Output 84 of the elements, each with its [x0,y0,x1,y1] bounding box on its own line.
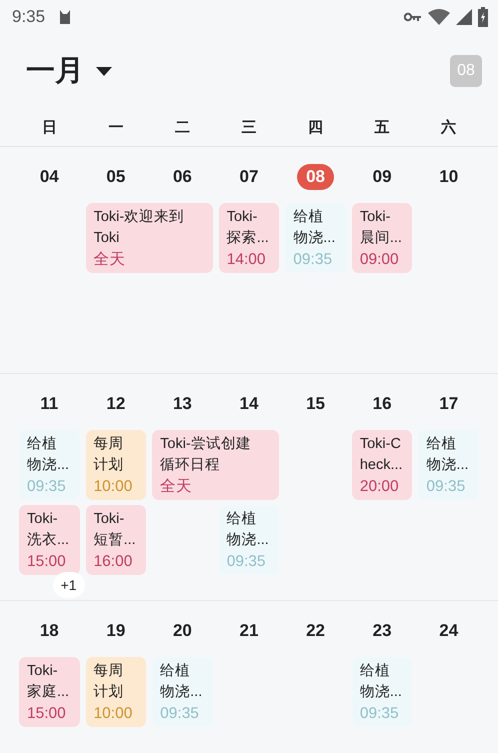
date-number[interactable]: 22 [297,618,334,644]
event-title: 给植物浇... [27,435,70,475]
event-title: Toki-尝试创建循环日程 [160,435,252,475]
event-time: 10:00 [94,477,134,497]
event-time: 16:00 [94,552,134,572]
event-title: 每周计划 [94,435,125,475]
event-card[interactable]: 每周计划 10:00 [86,657,146,727]
event-title: Toki-洗衣... [27,510,70,550]
date-number[interactable]: 12 [97,391,134,417]
event-card[interactable]: Toki-洗衣... 15:00 [19,505,80,575]
event-card[interactable]: Toki-家庭... 15:00 [19,657,80,727]
event-card[interactable]: Toki-Check... 20:00 [352,430,412,500]
date-number[interactable]: 05 [97,164,134,190]
event-title: Toki-短暂... [94,510,137,550]
weekday-label: 二 [174,118,191,136]
event-card[interactable]: 给植物浇... 09:35 [418,430,479,500]
weekday-label: 六 [440,118,458,136]
event-time: 全天 [94,250,127,270]
weekday-label: 一 [107,118,124,136]
event-card[interactable]: 给植物浇... 09:35 [19,430,80,500]
date-number[interactable]: 19 [97,618,134,644]
event-title: 给植物浇... [160,662,204,702]
event-time: 09:35 [293,250,334,270]
event-card[interactable]: 给植物浇... 09:35 [352,657,412,727]
date-number[interactable]: 04 [30,164,68,190]
event-time: 20:00 [360,477,400,497]
date-number[interactable]: 09 [364,164,401,190]
event-title: Toki-探索... [226,208,270,248]
date-number[interactable]: 18 [30,618,68,644]
date-number[interactable]: 16 [364,391,401,417]
event-card[interactable]: 每周计划 10:00 [86,430,146,500]
event-title: Toki-Check... [360,435,403,475]
event-time: 09:35 [226,552,266,572]
date-number[interactable]: 13 [164,391,201,417]
more-events-badge[interactable]: +1 [52,572,85,598]
date-number[interactable]: 21 [230,618,268,644]
event-time: 全天 [160,477,194,497]
event-time: 09:35 [27,477,67,497]
key-icon [404,12,422,22]
signal-icon [456,9,472,25]
event-card[interactable]: 给植物浇... 09:35 [285,203,346,273]
event-card[interactable]: Toki-晨间... 09:00 [352,203,412,273]
weekday-label: 四 [307,118,324,136]
event-title: Toki-家庭... [27,662,70,702]
event-time: 14:00 [226,250,266,270]
date-number[interactable]: 07 [230,164,268,190]
date-number[interactable]: 14 [230,391,268,417]
date-number[interactable]: 06 [164,164,201,190]
event-card[interactable]: Toki-欢迎来到Toki 全天 [86,203,213,273]
date-number[interactable]: 23 [364,618,401,644]
event-title: 给植物浇... [293,208,336,248]
date-number[interactable]: 08 [297,164,334,190]
event-time: 10:00 [94,704,134,724]
event-title: Toki-晨间... [360,208,403,248]
status-time: 9:35 [12,7,46,27]
event-time: 09:35 [426,477,466,497]
event-title: Toki-欢迎来到Toki [94,208,186,248]
event-time: 09:35 [360,704,400,724]
event-time: 09:35 [160,704,200,724]
event-card[interactable]: 给植物浇... 09:35 [152,657,213,727]
month-picker[interactable]: 一月 [26,51,112,91]
weekday-label: 日 [40,118,58,136]
event-title: 每周计划 [94,662,125,702]
date-number[interactable]: 20 [164,618,201,644]
battery-icon [478,7,488,27]
weekday-label: 五 [374,118,391,136]
event-card[interactable]: 给植物浇... 09:35 [218,505,280,575]
event-card[interactable]: Toki-尝试创建循环日程 全天 [152,430,280,500]
date-number[interactable]: 17 [430,391,468,417]
event-time: 09:00 [360,250,400,270]
event-time: 15:00 [27,552,67,572]
caret-icon [96,66,112,76]
wifi-icon [428,9,450,25]
event-title: 给植物浇... [426,435,470,475]
event-card[interactable]: Toki-短暂... 16:00 [86,505,146,575]
date-number[interactable]: 15 [297,391,334,417]
date-number[interactable]: 24 [430,618,468,644]
event-title: 给植物浇... [226,510,270,550]
weekday-label: 三 [240,118,258,136]
event-card[interactable]: Toki-探索... 14:00 [218,203,280,273]
date-number[interactable]: 11 [31,391,68,417]
event-time: 15:00 [27,704,67,724]
event-title: 给植物浇... [360,662,403,702]
date-number[interactable]: 10 [430,164,468,190]
